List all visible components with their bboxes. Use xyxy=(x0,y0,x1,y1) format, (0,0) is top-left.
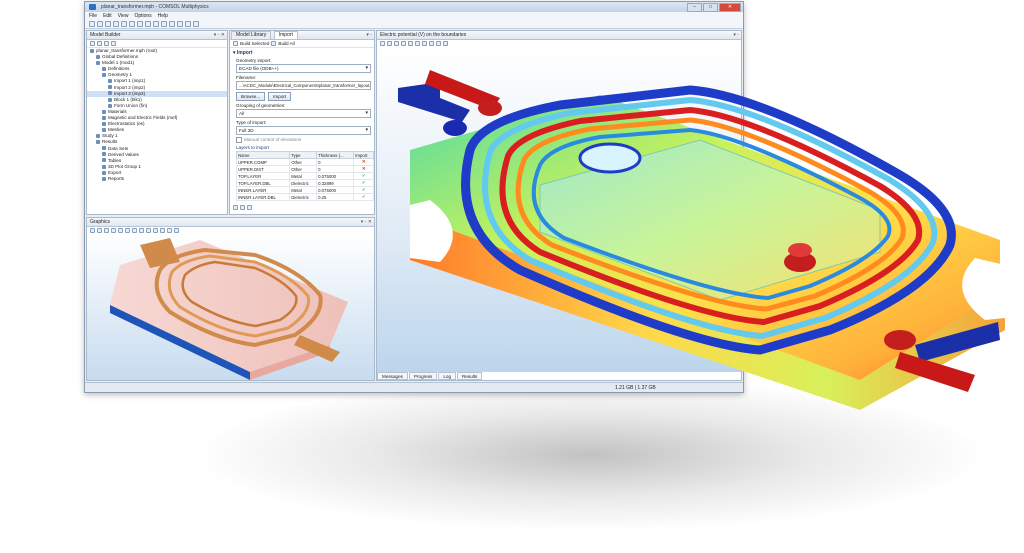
via-pad-blue xyxy=(443,120,467,136)
via-pad-red-right xyxy=(884,330,916,350)
via-pad-red-center-top xyxy=(788,243,812,257)
render-overlay xyxy=(110,70,1005,410)
plate-cutout xyxy=(578,142,642,174)
transformer-geometry-view xyxy=(110,238,348,380)
transformer-3d-plot xyxy=(398,70,1005,410)
via-pad-red xyxy=(478,100,502,116)
